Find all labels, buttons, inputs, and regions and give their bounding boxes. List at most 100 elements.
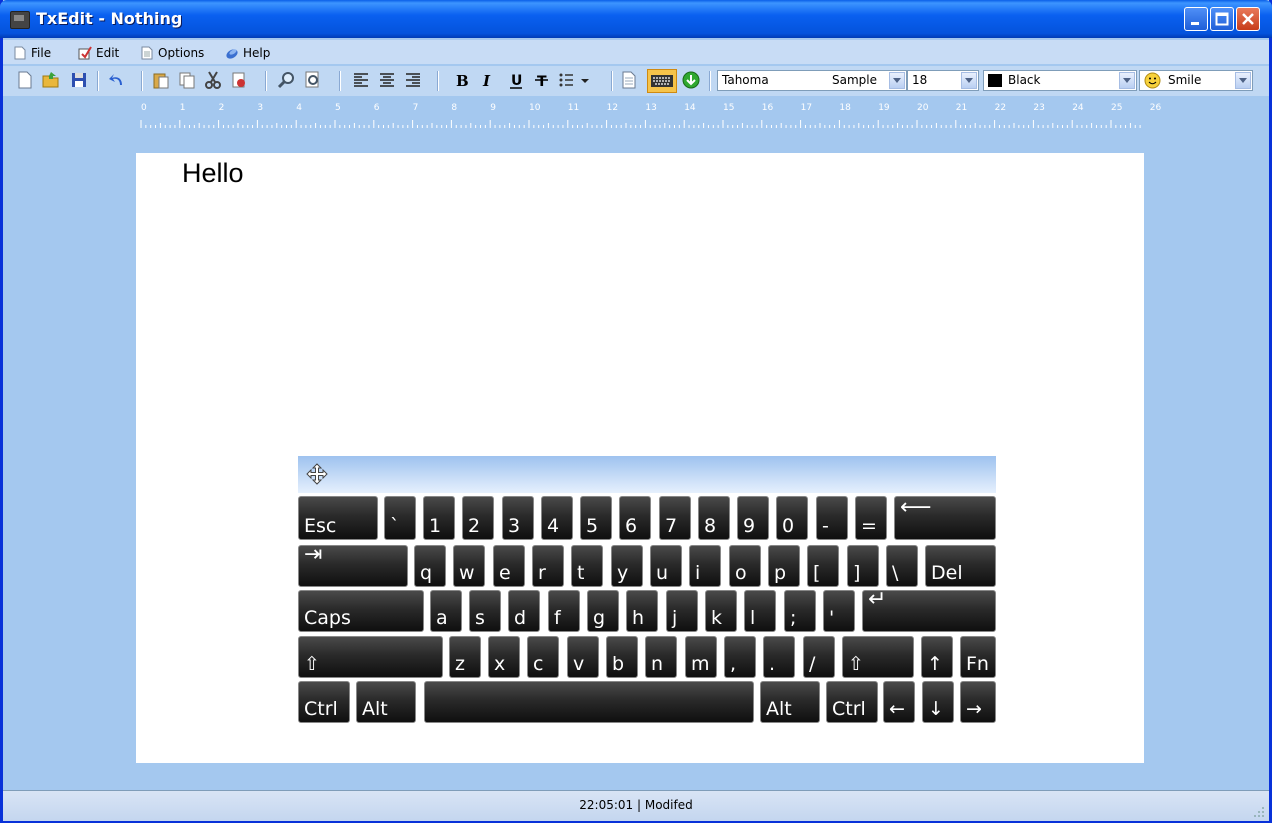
maximize-button[interactable] xyxy=(1210,7,1234,31)
key-apostrophe[interactable]: ' xyxy=(823,590,855,632)
key-delete[interactable]: Del xyxy=(925,545,996,587)
key-period[interactable]: . xyxy=(763,636,795,678)
key-2[interactable]: 2 xyxy=(462,496,494,540)
key-down-arrow[interactable]: ↓ xyxy=(922,681,954,723)
key-6[interactable]: 6 xyxy=(619,496,651,540)
new-document-icon[interactable] xyxy=(15,70,35,90)
key-slash[interactable]: / xyxy=(803,636,835,678)
replace-icon[interactable] xyxy=(303,70,323,90)
key-enter[interactable]: ↵ xyxy=(862,590,996,632)
close-button[interactable] xyxy=(1236,7,1260,31)
key-k[interactable]: k xyxy=(705,590,737,632)
chevron-down-icon[interactable] xyxy=(961,72,977,89)
ruler[interactable]: 0 1 2 3 4 5 6 7 8 9 10 11 12 13 14 15 16 17 18 19 20 21 22 23 24… xyxy=(3,96,1269,132)
font-size-select[interactable]: 18 xyxy=(907,70,979,91)
key-9[interactable]: 9 xyxy=(737,496,769,540)
key-l[interactable]: l xyxy=(744,590,776,632)
key-4[interactable]: 4 xyxy=(541,496,573,540)
minimize-button[interactable] xyxy=(1184,7,1208,31)
key-alt[interactable]: Alt xyxy=(760,681,820,723)
key-1[interactable]: 1 xyxy=(423,496,455,540)
key-w[interactable]: w xyxy=(453,545,485,587)
chevron-down-icon[interactable] xyxy=(1235,72,1251,89)
chevron-down-icon[interactable] xyxy=(889,72,905,89)
key-space[interactable] xyxy=(424,681,754,723)
cut-icon[interactable] xyxy=(203,70,223,90)
key-q[interactable]: q xyxy=(414,545,446,587)
key-f[interactable]: f xyxy=(548,590,580,632)
align-center-icon[interactable] xyxy=(377,70,397,90)
move-icon[interactable] xyxy=(306,463,328,485)
key-left-arrow[interactable]: ← xyxy=(883,681,915,723)
key-right-arrow[interactable]: → xyxy=(960,681,996,723)
key-v[interactable]: v xyxy=(567,636,599,678)
key-0[interactable]: 0 xyxy=(776,496,808,540)
key-ctrl[interactable]: Ctrl xyxy=(298,681,350,723)
key-o[interactable]: o xyxy=(729,545,761,587)
emoticon-select[interactable]: Smile xyxy=(1139,70,1253,91)
menu-options[interactable]: Options xyxy=(140,44,204,62)
key-p[interactable]: p xyxy=(768,545,800,587)
menu-help[interactable]: Help xyxy=(225,44,270,62)
italic-icon[interactable]: I xyxy=(477,70,497,90)
key-caps-lock[interactable]: Caps xyxy=(298,590,424,632)
key-j[interactable]: j xyxy=(666,590,698,632)
find-icon[interactable] xyxy=(277,70,297,90)
menu-edit[interactable]: Edit xyxy=(78,44,119,62)
page-icon[interactable] xyxy=(619,70,639,90)
keyboard-icon[interactable] xyxy=(647,69,677,93)
open-folder-icon[interactable] xyxy=(41,70,61,90)
key-m[interactable]: m xyxy=(685,636,717,678)
key-r[interactable]: r xyxy=(532,545,564,587)
key-equals[interactable]: = xyxy=(855,496,887,540)
align-left-icon[interactable] xyxy=(351,70,371,90)
key-i[interactable]: i xyxy=(689,545,721,587)
key-left-bracket[interactable]: [ xyxy=(807,545,839,587)
menu-file[interactable]: File xyxy=(13,44,51,62)
key-8[interactable]: 8 xyxy=(698,496,730,540)
app-icon[interactable] xyxy=(10,11,30,29)
key-n[interactable]: n xyxy=(645,636,677,678)
download-icon[interactable] xyxy=(681,70,701,90)
key-semicolon[interactable]: ; xyxy=(784,590,816,632)
key-h[interactable]: h xyxy=(626,590,658,632)
key-x[interactable]: x xyxy=(488,636,520,678)
bold-icon[interactable]: B xyxy=(451,70,471,90)
key-3[interactable]: 3 xyxy=(502,496,534,540)
key-backspace[interactable]: ⟵ xyxy=(894,496,996,540)
undo-icon[interactable] xyxy=(107,70,127,90)
format-painter-icon[interactable] xyxy=(229,70,249,90)
keyboard-drag-bar[interactable] xyxy=(298,456,996,493)
font-color-select[interactable]: Black xyxy=(983,70,1137,91)
chevron-down-icon[interactable] xyxy=(1119,72,1135,89)
key-7[interactable]: 7 xyxy=(659,496,691,540)
key-escape[interactable]: Esc xyxy=(298,496,378,540)
key-shift[interactable]: ⇧ xyxy=(842,636,914,678)
key-d[interactable]: d xyxy=(508,590,540,632)
align-right-icon[interactable] xyxy=(403,70,423,90)
key-5[interactable]: 5 xyxy=(580,496,612,540)
key-backslash[interactable]: \ xyxy=(886,545,918,587)
save-icon[interactable] xyxy=(69,70,89,90)
key-e[interactable]: e xyxy=(493,545,525,587)
key-u[interactable]: u xyxy=(650,545,682,587)
title-bar[interactable]: TxEdit - Nothing xyxy=(0,0,1272,38)
key-c[interactable]: c xyxy=(527,636,559,678)
resize-grip-icon[interactable] xyxy=(1253,806,1265,818)
paste-icon[interactable] xyxy=(151,70,171,90)
document-text[interactable]: Hello xyxy=(182,158,244,189)
font-name-select[interactable]: Tahoma Sample xyxy=(717,70,907,91)
key-z[interactable]: z xyxy=(449,636,481,678)
key-minus[interactable]: - xyxy=(816,496,848,540)
strikethrough-icon[interactable]: T xyxy=(533,70,553,90)
key-alt[interactable]: Alt xyxy=(356,681,416,723)
key-comma[interactable]: , xyxy=(724,636,756,678)
key-tab[interactable]: ⇥ xyxy=(298,545,408,587)
key-t[interactable]: t xyxy=(571,545,603,587)
copy-icon[interactable] xyxy=(177,70,197,90)
key-g[interactable]: g xyxy=(587,590,619,632)
key-y[interactable]: y xyxy=(611,545,643,587)
key-right-bracket[interactable]: ] xyxy=(847,545,879,587)
key-ctrl[interactable]: Ctrl xyxy=(826,681,878,723)
key-up-arrow[interactable]: ↑ xyxy=(921,636,953,678)
